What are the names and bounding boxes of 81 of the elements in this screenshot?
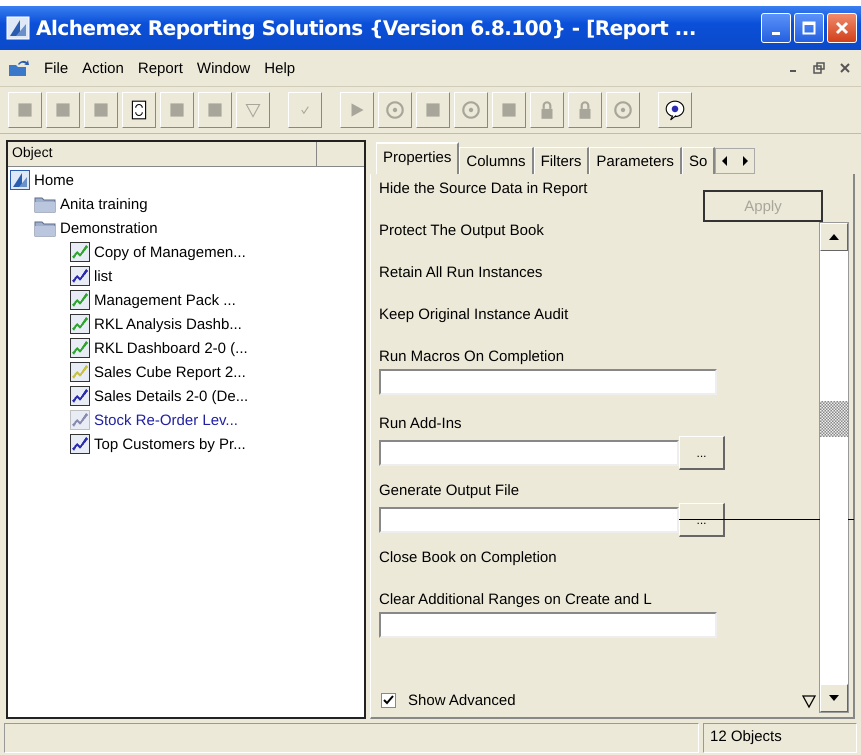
circle-icon: [612, 99, 634, 121]
folder-icon: [34, 219, 56, 237]
tree-item[interactable]: RKL Dashboard 2-0 (...: [70, 336, 362, 360]
property-label: Protect The Output Book: [379, 222, 544, 239]
menu-item[interactable]: Report: [138, 60, 183, 76]
browse-button[interactable]: ...: [679, 503, 725, 537]
toolbar-button[interactable]: [122, 92, 156, 128]
checkbox[interactable]: [381, 693, 396, 708]
tree-item[interactable]: Sales Details 2-0 (De...: [70, 384, 362, 408]
restore-icon[interactable]: [813, 62, 825, 74]
property-label: Retain All Run Instances: [379, 264, 542, 281]
scrollbar-thumb[interactable]: [820, 401, 848, 437]
checkbox-label: Show Advanced: [408, 692, 516, 709]
tree-label: Sales Details 2-0 (De...: [94, 388, 248, 404]
input-field[interactable]: [379, 440, 679, 466]
status-count: 12 Objects: [703, 723, 857, 753]
scroll-down-button[interactable]: [820, 684, 848, 712]
minimize-button[interactable]: [761, 13, 791, 43]
tree-label: RKL Analysis Dashb...: [94, 316, 242, 332]
property-label: Run Add-Ins: [379, 415, 462, 432]
close-button[interactable]: [827, 13, 857, 43]
up-arrow-icon: [829, 234, 839, 240]
tab[interactable]: Filters: [534, 147, 590, 174]
filter-icon[interactable]: [801, 692, 817, 708]
tree-label: Management Pack ...: [94, 292, 236, 308]
tree-label: Top Customers by Pr...: [94, 436, 246, 452]
tree-label: Copy of Managemen...: [94, 244, 246, 260]
menu-item[interactable]: Help: [264, 60, 296, 76]
property-label: Close Book on Completion: [379, 549, 557, 566]
scroll-right-icon[interactable]: [740, 155, 750, 167]
close-icon[interactable]: [839, 62, 851, 74]
logo-icon: [10, 170, 30, 190]
tree-item[interactable]: RKL Analysis Dashb...: [70, 312, 362, 336]
tree-item[interactable]: Top Customers by Pr...: [70, 432, 362, 456]
tab[interactable]: Properties: [376, 142, 460, 174]
folder-icon: [34, 195, 56, 213]
browse-button[interactable]: ...: [679, 436, 725, 470]
tree-label: Home: [34, 172, 74, 188]
tree-item[interactable]: Sales Cube Report 2...: [70, 360, 362, 384]
input-field[interactable]: [379, 369, 717, 395]
property-label: Generate Output File: [379, 482, 520, 499]
tree-label: Stock Re-Order Lev...: [94, 412, 238, 428]
tree-item[interactable]: Copy of Managemen...: [70, 240, 362, 264]
tree-label: list: [94, 268, 112, 284]
property-label: Clear Additional Ranges on Create and L: [379, 591, 652, 608]
menu-item[interactable]: Action: [82, 60, 124, 76]
window-title: Alchemex Reporting Solutions {Version 6.8.100} - [Report ...: [36, 16, 696, 40]
tab[interactable]: Columns: [459, 147, 534, 174]
property-label: Run Macros On Completion: [379, 348, 564, 365]
help-icon: [664, 99, 686, 121]
input-field[interactable]: [379, 612, 717, 638]
tree-item[interactable]: Management Pack ...: [70, 288, 362, 312]
tree-label: Anita training: [60, 196, 148, 212]
tree-item[interactable]: Anita training: [34, 192, 362, 216]
property-label: Keep Original Instance Audit: [379, 306, 568, 323]
tree-label: RKL Dashboard 2-0 (...: [94, 340, 248, 356]
circle-icon: [384, 99, 406, 121]
folder-arrow-icon: [8, 59, 30, 77]
close-icon: [835, 21, 849, 35]
menu-item[interactable]: File: [44, 60, 68, 76]
scroll-up-button[interactable]: [820, 223, 848, 251]
scrollbar[interactable]: [819, 222, 849, 713]
checkmark-icon: [383, 695, 394, 706]
tree-item[interactable]: Demonstration: [34, 216, 362, 240]
tree-label: Demonstration: [60, 220, 158, 236]
maximize-button[interactable]: [794, 13, 824, 43]
app-logo-icon: [6, 16, 30, 40]
tree-label: Sales Cube Report 2...: [94, 364, 246, 380]
input-field[interactable]: [379, 507, 679, 533]
minimize-icon: [772, 32, 780, 34]
tree-item[interactable]: Home: [10, 168, 362, 192]
circle-icon: [460, 99, 482, 121]
toolbar-button[interactable]: [658, 92, 692, 128]
tree-item[interactable]: Stock Re-Order Lev...: [70, 408, 362, 432]
down-arrow-icon: [829, 695, 839, 701]
maximize-icon: [802, 21, 816, 35]
menu-item[interactable]: Window: [196, 60, 250, 76]
tab[interactable]: Parameters: [589, 147, 682, 174]
property-label: Hide the Source Data in Report: [379, 180, 588, 197]
tree-item[interactable]: list: [70, 264, 362, 288]
tab[interactable]: So: [682, 147, 716, 174]
